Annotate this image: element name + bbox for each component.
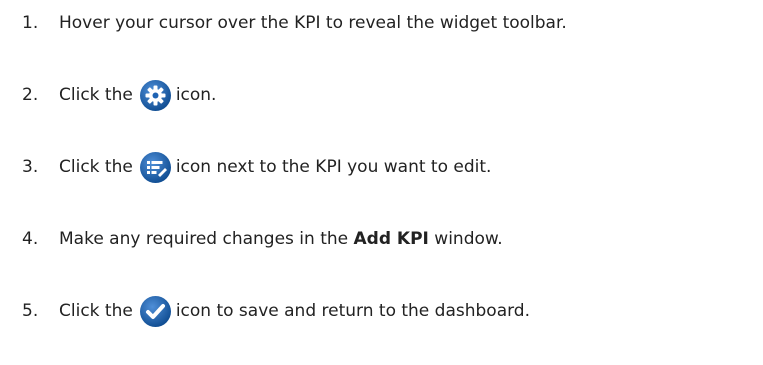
- gear-icon: [139, 79, 172, 112]
- window-name: Add KPI: [353, 229, 429, 249]
- step-text: Click the: [59, 151, 491, 184]
- edit-list-icon: [139, 151, 172, 184]
- step-1: 1. Hover your cursor over the KPI to rev…: [22, 5, 567, 41]
- step-3: 3. Click the icon next to the KPI you wa…: [22, 149, 491, 185]
- step-number: 2.: [22, 85, 39, 105]
- step-5: 5. Click the icon to save and return to …: [22, 293, 530, 329]
- instruction-steps-list: 1. Hover your cursor over the KPI to rev…: [0, 0, 763, 365]
- step-text-after: window.: [434, 229, 503, 249]
- step-text-before: Click the: [59, 157, 133, 177]
- step-number: 3.: [22, 157, 39, 177]
- step-text-before: Click the: [59, 85, 133, 105]
- step-text-before: Make any required changes in the: [59, 229, 349, 249]
- step-text-after: icon next to the KPI you want to edit.: [175, 157, 492, 177]
- step-text: Click the icon to save and return to the…: [59, 295, 530, 328]
- step-text: Make any required changes in the Add KPI…: [59, 229, 503, 249]
- step-text-after: icon to save and return to the dashboard…: [175, 301, 531, 321]
- step-number: 4.: [22, 229, 39, 249]
- step-2: 2. Click the icon.: [22, 77, 216, 113]
- step-text-before: Click the: [59, 301, 133, 321]
- step-number: 1.: [22, 13, 39, 33]
- step-number: 5.: [22, 301, 39, 321]
- step-text-after: icon.: [175, 85, 217, 105]
- step-text: Hover your cursor over the KPI to reveal…: [59, 13, 567, 33]
- checkmark-icon: [139, 295, 172, 328]
- step-4: 4. Make any required changes in the Add …: [22, 221, 503, 257]
- step-text: Click the: [59, 79, 216, 112]
